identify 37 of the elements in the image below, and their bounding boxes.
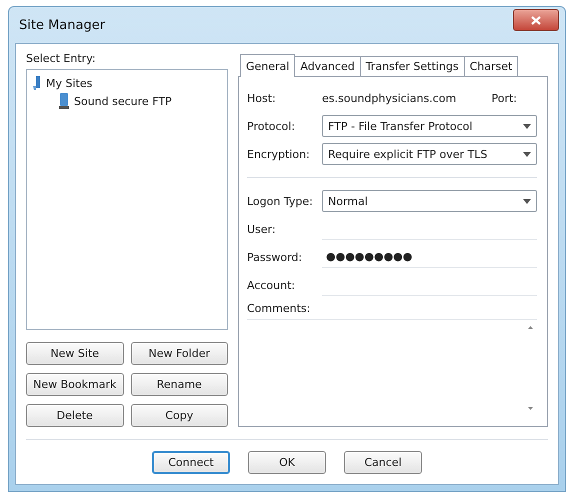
dropdown-arrow-icon: [523, 124, 531, 128]
folder-icon: [33, 76, 41, 90]
action-button[interactable]: New Bookmark: [26, 373, 124, 396]
close-icon: [531, 16, 541, 24]
dropdown[interactable]: FTP - File Transfer Protocol: [322, 115, 537, 137]
field-label: Account:: [247, 278, 296, 292]
dialog-button[interactable]: Cancel: [344, 450, 422, 474]
tab[interactable]: Charset: [464, 56, 518, 76]
action-button[interactable]: Delete: [26, 404, 124, 427]
dropdown[interactable]: Normal: [322, 190, 537, 212]
dropdown-arrow-icon: [523, 198, 531, 204]
field-label: Select Entry:: [26, 52, 97, 65]
window-title: Site Manager: [18, 18, 106, 32]
dropdown[interactable]: Require explicit FTP over TLS: [322, 143, 537, 165]
field-label: Host:: [247, 92, 277, 104]
action-button[interactable]: New Folder: [130, 342, 228, 365]
action-button[interactable]: Rename: [130, 373, 228, 396]
scroll-up-icon[interactable]: [528, 326, 533, 329]
action-button[interactable]: New Site: [26, 342, 124, 365]
action-button[interactable]: Copy: [130, 404, 228, 427]
server-icon: [59, 93, 69, 109]
field-label: Logon Type:: [247, 194, 314, 208]
dialog-button[interactable]: OK: [248, 450, 326, 474]
dialog-button[interactable]: Connect: [152, 450, 230, 474]
field-label: User:: [247, 222, 277, 236]
field-label: Protocol:: [247, 120, 296, 132]
tree-item[interactable]: Sound secure FTP: [74, 94, 172, 108]
tab[interactable]: General: [240, 54, 296, 77]
scroll-down-icon[interactable]: [528, 407, 533, 410]
field-label: Encryption:: [247, 148, 311, 160]
dropdown-arrow-icon: [523, 152, 531, 156]
close-button[interactable]: [513, 9, 559, 31]
field-label: Password:: [247, 250, 304, 264]
host-value[interactable]: es.soundphysicians.com: [322, 92, 492, 104]
field-label: Port:: [491, 92, 517, 104]
field-label: Comments:: [247, 302, 312, 315]
tree-item[interactable]: My Sites: [46, 76, 92, 90]
